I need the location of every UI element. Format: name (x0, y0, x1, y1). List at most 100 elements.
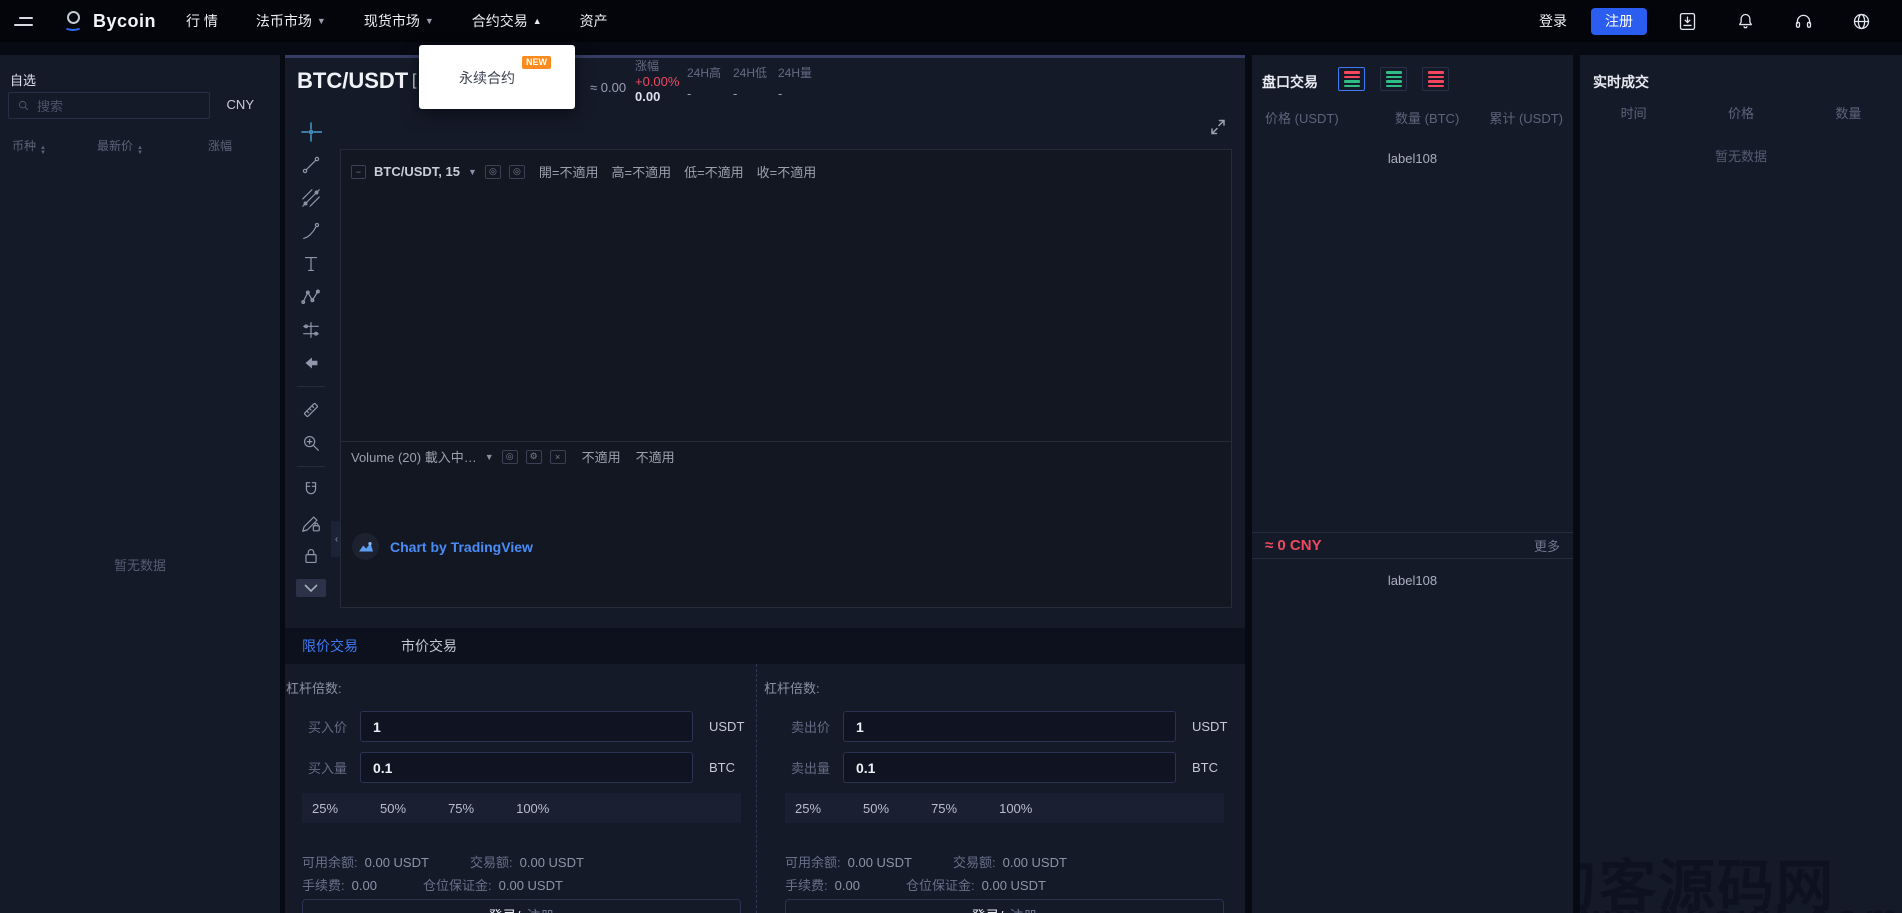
legend-collapse-icon[interactable]: − (351, 165, 366, 179)
sell-price-input[interactable] (843, 711, 1176, 742)
buy-balance-row: 可用余额:0.00 USDT 交易额:0.00 USDT (302, 852, 756, 868)
volume-study-label[interactable]: Volume (20) 載入中… (351, 447, 477, 466)
index-price-row: ≈ 0 CNY 更多 (1252, 532, 1573, 559)
topbar-icons (1677, 11, 1872, 32)
xabcd-pattern-icon[interactable] (299, 285, 323, 309)
turnover-label: 交易额: (953, 855, 996, 870)
brush-icon[interactable] (299, 219, 323, 243)
turnover-value: 0.00 USDT (1003, 855, 1067, 870)
fee-label: 手续费: (785, 878, 828, 893)
sell-balance-row: 可用余额:0.00 USDT 交易额:0.00 USDT (785, 852, 1245, 868)
trades-columns: 时间 价格 数量 (1580, 103, 1902, 122)
nav-item-market[interactable]: 行 情 (186, 11, 218, 31)
percent-75-button[interactable]: 75% (931, 801, 957, 816)
currency-selector[interactable]: CNY (227, 97, 254, 112)
login-link[interactable]: 登录 (1539, 11, 1567, 31)
text-icon[interactable] (299, 252, 323, 276)
book-split-view-icon[interactable] (1338, 67, 1365, 91)
chevron-down-icon[interactable]: ▼ (485, 452, 494, 462)
margin-value: 0.00 USDT (499, 878, 563, 893)
pane-divider[interactable] (341, 441, 1231, 442)
percent-100-button[interactable]: 100% (516, 801, 549, 816)
legend-symbol[interactable]: BTC/USDT, 15 (374, 164, 460, 179)
open-value: 開=不適用 (539, 162, 599, 181)
more-link[interactable]: 更多 (1534, 536, 1560, 555)
available-label: 可用余额: (302, 855, 358, 870)
search-placeholder: 搜索 (37, 96, 63, 115)
headset-icon[interactable] (1793, 11, 1814, 32)
trend-line-icon[interactable] (299, 153, 323, 177)
book-asks-view-icon[interactable] (1422, 67, 1449, 91)
menu-icon[interactable] (14, 17, 36, 26)
bycoin-logo-icon (64, 10, 86, 32)
lock-icon[interactable] (299, 544, 323, 568)
tab-limit-order[interactable]: 限价交易 (302, 636, 358, 656)
percent-25-button[interactable]: 25% (312, 801, 338, 816)
percent-50-button[interactable]: 50% (863, 801, 889, 816)
tradingview-credit: Chart by TradingView (352, 533, 533, 560)
nav-item-fiat[interactable]: 法币市场▼ (256, 11, 326, 31)
buy-price-input[interactable] (360, 711, 693, 742)
asks-placeholder: label108 (1252, 151, 1573, 166)
drawing-lock-icon[interactable] (299, 511, 323, 535)
tradingview-credit-link[interactable]: Chart by TradingView (390, 539, 533, 555)
arrow-left-icon[interactable] (299, 351, 323, 375)
order-type-tabs: 限价交易 市价交易 (285, 628, 1245, 664)
magnet-icon[interactable] (299, 478, 323, 502)
tradingview-logo-icon[interactable] (352, 533, 379, 560)
high-24h: 24H高- (687, 66, 721, 101)
buy-fee-row: 手续费:0.00 仓位保证金:0.00 USDT (302, 875, 756, 891)
sell-amount-input[interactable] (843, 752, 1176, 783)
column-last-price[interactable]: 最新价▲▼ (97, 137, 143, 156)
book-bids-view-icon[interactable] (1380, 67, 1407, 91)
nav-item-assets[interactable]: 资产 (580, 11, 608, 31)
toolbar-divider (297, 466, 325, 467)
ruler-icon[interactable] (299, 398, 323, 422)
nav-item-spot[interactable]: 现货市场▼ (364, 11, 434, 31)
percent-50-button[interactable]: 50% (380, 801, 406, 816)
bell-icon[interactable] (1735, 11, 1756, 32)
globe-icon[interactable] (1851, 11, 1872, 32)
forecast-icon[interactable] (299, 318, 323, 342)
menu-item-perpetual[interactable]: 永续合约 (459, 68, 515, 88)
bids-placeholder: label108 (1252, 573, 1573, 588)
low-value: 低=不適用 (684, 162, 744, 181)
settings-icon[interactable]: ⚙ (526, 450, 542, 464)
tab-market-order[interactable]: 市价交易 (401, 636, 457, 656)
crosshair-icon[interactable] (299, 120, 323, 144)
chevron-down-icon[interactable]: ▼ (468, 167, 477, 177)
sell-login-register-button[interactable]: 登录/注册 (785, 899, 1224, 913)
chart-legend: − BTC/USDT, 15 ▼ ◎ ◎ 開=不適用 高=不適用 低=不適用 收… (351, 162, 816, 181)
percent-75-button[interactable]: 75% (448, 801, 474, 816)
sell-price-unit: USDT (1192, 719, 1227, 734)
nav-item-contract[interactable]: 合约交易▲ (472, 11, 542, 31)
zoom-in-icon[interactable] (299, 431, 323, 455)
percent-100-button[interactable]: 100% (999, 801, 1032, 816)
sell-fee-row: 手续费:0.00 仓位保证金:0.00 USDT (785, 875, 1245, 891)
top-navbar: Bycoin 行 情 法币市场▼ 现货市场▼ 合约交易▲ 资产 登录 注册 (0, 0, 1902, 42)
buy-amount-input[interactable] (360, 752, 693, 783)
eye-icon[interactable]: ◎ (502, 450, 518, 464)
available-value: 0.00 USDT (365, 855, 429, 870)
chevron-down-icon: ▼ (317, 16, 326, 26)
search-input[interactable]: 搜索 (8, 92, 210, 119)
watchlist-title: 自选 (10, 70, 36, 89)
register-button[interactable]: 注册 (1591, 8, 1647, 35)
brand-logo[interactable]: Bycoin (64, 10, 156, 32)
sell-form: 杠杆倍数: 卖出价 USDT 卖出量 BTC 25% 50% 75% 100% (756, 664, 1245, 913)
volume-24h: 24H量- (778, 66, 812, 101)
collapse-chevron-icon[interactable] (296, 579, 326, 597)
chart-canvas[interactable]: − BTC/USDT, 15 ▼ ◎ ◎ 開=不適用 高=不適用 低=不適用 收… (340, 149, 1232, 608)
close-icon[interactable]: × (550, 450, 566, 464)
buy-amount-row: 买入量 BTC (302, 752, 756, 783)
eye-icon[interactable]: ◎ (509, 165, 525, 179)
change-value: 0.00 (635, 89, 679, 104)
buy-login-register-button[interactable]: 登录/注册 (302, 899, 741, 913)
gann-fib-icon[interactable] (299, 186, 323, 210)
eye-icon[interactable]: ◎ (485, 165, 501, 179)
leverage-label: 杠杆倍数: (286, 678, 756, 694)
download-icon[interactable] (1677, 11, 1698, 32)
percent-25-button[interactable]: 25% (795, 801, 821, 816)
column-symbol[interactable]: 币种▲▼ (12, 137, 46, 156)
column-change[interactable]: 涨幅 (208, 137, 232, 154)
